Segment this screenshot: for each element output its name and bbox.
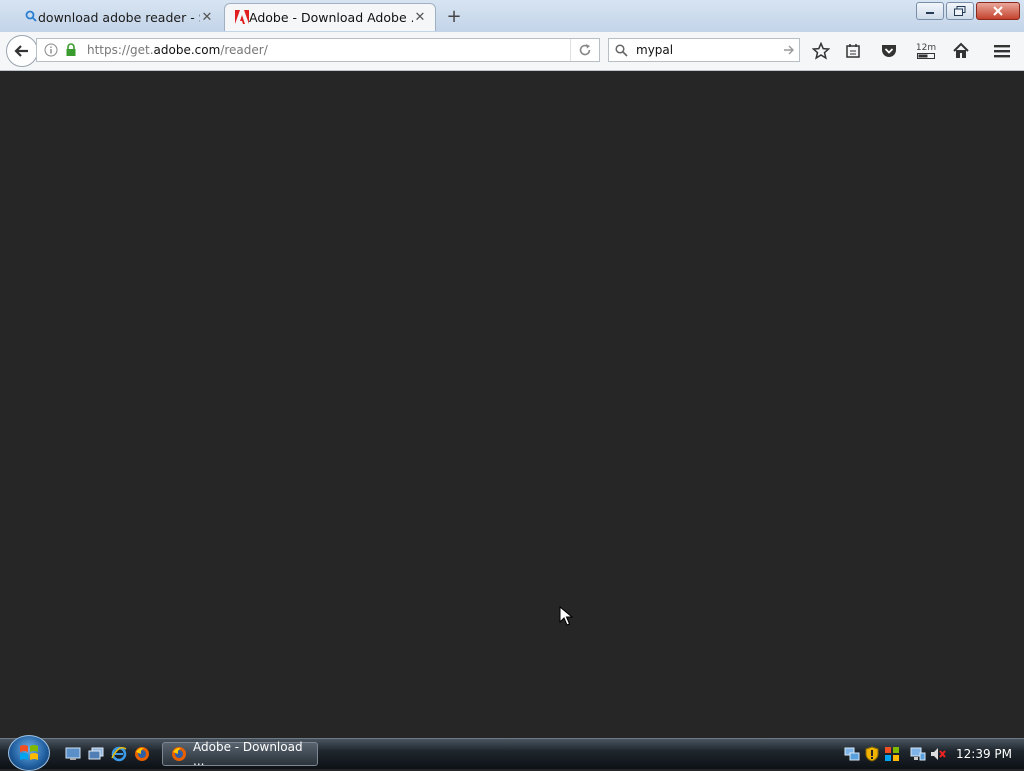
window-controls bbox=[916, 2, 1020, 20]
volume-muted-icon[interactable] bbox=[930, 746, 946, 762]
search-input[interactable] bbox=[634, 42, 778, 58]
lock-icon[interactable] bbox=[63, 42, 79, 58]
back-button[interactable] bbox=[6, 35, 38, 67]
search-icon bbox=[615, 43, 628, 57]
network-status-icon[interactable] bbox=[910, 746, 926, 762]
close-tab-icon[interactable]: ✕ bbox=[200, 10, 214, 25]
tab-label: download adobe reader - S... bbox=[38, 9, 200, 25]
switch-windows-icon[interactable] bbox=[87, 745, 105, 763]
info-icon[interactable] bbox=[43, 42, 59, 58]
taskbar-firefox-window[interactable]: Adobe - Download ... bbox=[162, 740, 318, 768]
reload-button[interactable] bbox=[570, 39, 599, 61]
pocket-icon[interactable] bbox=[878, 40, 900, 62]
close-window-button[interactable] bbox=[976, 2, 1020, 20]
taskbar: Adobe - Download ... 12:39 PM bbox=[0, 735, 1024, 771]
url-prefix: https://get. bbox=[87, 43, 154, 57]
internet-explorer-icon[interactable] bbox=[110, 745, 128, 763]
mouse-pointer-icon bbox=[559, 605, 574, 629]
close-tab-icon[interactable]: ✕ bbox=[413, 10, 427, 25]
url-domain: adobe.com bbox=[153, 43, 221, 57]
start-button[interactable] bbox=[8, 735, 50, 771]
timer-badge: 12m bbox=[915, 43, 937, 53]
new-tab-button[interactable]: + bbox=[444, 6, 464, 27]
system-tray: 12:39 PM bbox=[844, 739, 1024, 769]
clock[interactable]: 12:39 PM bbox=[956, 747, 1012, 761]
hamburger-menu-icon[interactable] bbox=[991, 40, 1013, 62]
url-path: /reader/ bbox=[220, 43, 268, 57]
windows-logo-icon bbox=[20, 745, 38, 760]
taskbar-window-label: Adobe - Download ... bbox=[193, 740, 303, 768]
network-connections-icon[interactable] bbox=[844, 746, 860, 762]
firefox-icon bbox=[171, 746, 187, 762]
restore-button[interactable] bbox=[946, 2, 974, 20]
search-bar[interactable] bbox=[608, 38, 800, 62]
address-bar[interactable]: https://get.adobe.com/reader/ bbox=[36, 38, 600, 62]
downloads-timer-icon[interactable]: 12m bbox=[912, 40, 940, 62]
navigation-toolbar: https://get.adobe.com/reader/ 12m bbox=[0, 32, 1024, 71]
tab-search-results[interactable]: download adobe reader - S... ✕ bbox=[14, 3, 222, 31]
home-icon[interactable] bbox=[950, 40, 972, 62]
page-content-area[interactable] bbox=[0, 71, 1024, 738]
minimize-button[interactable] bbox=[916, 2, 944, 20]
reading-list-icon[interactable] bbox=[842, 40, 864, 62]
bookmark-star-icon[interactable] bbox=[810, 40, 832, 62]
firefox-icon[interactable] bbox=[133, 745, 151, 763]
url-text[interactable]: https://get.adobe.com/reader/ bbox=[87, 43, 570, 57]
security-shield-icon[interactable] bbox=[864, 746, 880, 762]
search-icon bbox=[24, 9, 38, 23]
adobe-icon bbox=[235, 10, 249, 24]
tab-label: Adobe - Download Adobe ... bbox=[249, 10, 413, 25]
tab-strip: download adobe reader - S... ✕ Adobe - D… bbox=[0, 0, 1024, 33]
search-go-arrow-icon[interactable] bbox=[783, 44, 795, 56]
tab-adobe-download[interactable]: Adobe - Download Adobe ... ✕ bbox=[224, 3, 436, 31]
windows-update-icon[interactable] bbox=[884, 746, 900, 762]
show-desktop-icon[interactable] bbox=[64, 745, 82, 763]
